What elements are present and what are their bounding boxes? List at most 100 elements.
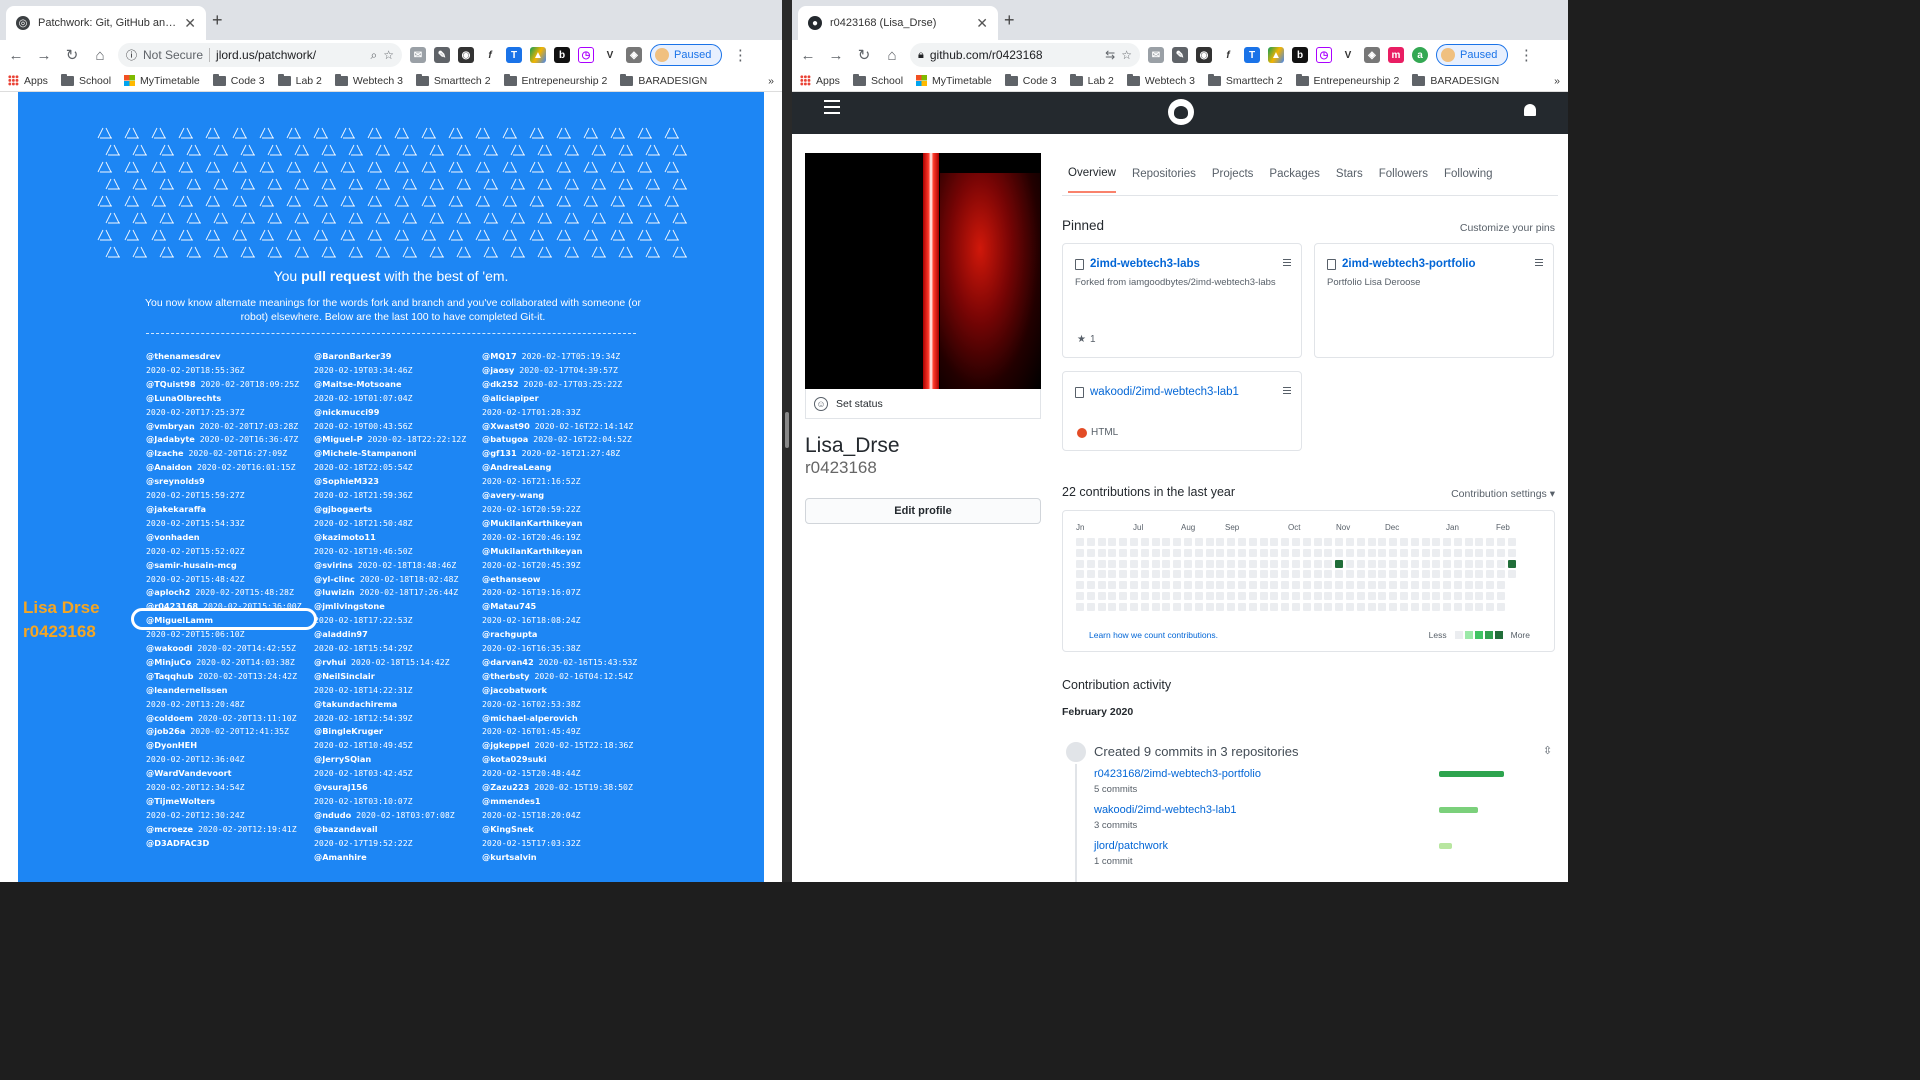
user-entry[interactable]: @rachgupta 2020-02-16T16:35:38Z xyxy=(482,628,650,656)
contribution-day[interactable] xyxy=(1205,591,1214,600)
contribution-day[interactable] xyxy=(1205,538,1214,546)
contribution-day[interactable] xyxy=(1237,602,1246,611)
contribution-day[interactable] xyxy=(1443,591,1452,600)
user-entry[interactable]: @thenamesdrev 2020-02-20T18:55:36Z xyxy=(146,350,314,378)
contribution-day[interactable] xyxy=(1205,559,1214,568)
contribution-day[interactable] xyxy=(1345,548,1354,557)
bookmark-item[interactable]: Smarttech 2 xyxy=(415,73,491,87)
user-handle[interactable]: @coldoem xyxy=(146,713,193,723)
contribution-day[interactable] xyxy=(1464,602,1473,611)
user-entry[interactable]: @Matau745 2020-02-16T18:08:24Z xyxy=(482,600,650,628)
contribution-day[interactable] xyxy=(1335,559,1344,568)
user-entry[interactable]: @JerrySQian 2020-02-18T03:42:45Z xyxy=(314,753,482,781)
contribution-day[interactable] xyxy=(1432,570,1441,579)
contribution-day[interactable] xyxy=(1453,548,1462,557)
user-entry[interactable]: @KingSnek 2020-02-15T17:03:32Z xyxy=(482,823,650,851)
contribution-day[interactable] xyxy=(1183,570,1192,579)
contribution-day[interactable] xyxy=(1205,548,1214,557)
github-logo-icon[interactable] xyxy=(1168,99,1194,125)
user-entry[interactable]: @vonhaden 2020-02-20T15:52:02Z xyxy=(146,531,314,559)
contribution-day[interactable] xyxy=(1216,602,1225,611)
contribution-day[interactable] xyxy=(1367,570,1376,579)
user-entry[interactable]: @TijmeWolters 2020-02-20T12:30:24Z xyxy=(146,795,314,823)
contribution-day[interactable] xyxy=(1464,548,1473,557)
contribution-day[interactable] xyxy=(1151,570,1160,579)
contribution-day[interactable] xyxy=(1076,570,1084,579)
extension-t-icon[interactable]: T xyxy=(506,47,522,63)
contribution-day[interactable] xyxy=(1086,570,1095,579)
reload-icon[interactable]: ↻ xyxy=(854,45,874,65)
contribution-day[interactable] xyxy=(1367,538,1376,546)
tab-overview[interactable]: Overview xyxy=(1068,155,1116,193)
contribution-day[interactable] xyxy=(1108,602,1117,611)
user-handle[interactable]: @jgkeppel xyxy=(482,740,530,750)
contribution-day[interactable] xyxy=(1497,559,1506,568)
edit-profile-button[interactable]: Edit profile xyxy=(805,498,1041,524)
contribution-day[interactable] xyxy=(1497,591,1506,600)
user-handle[interactable]: @gjbogaerts xyxy=(314,504,372,514)
user-handle[interactable]: @MinjuCo xyxy=(146,657,191,667)
user-entry[interactable]: @lzache 2020-02-20T16:27:09Z xyxy=(146,447,314,461)
contribution-day[interactable] xyxy=(1378,591,1387,600)
user-handle[interactable]: @avery-wang xyxy=(482,490,544,500)
bookmark-item[interactable]: School xyxy=(60,73,111,87)
contribution-day[interactable] xyxy=(1324,570,1333,579)
contribution-day[interactable] xyxy=(1151,591,1160,600)
contribution-day[interactable] xyxy=(1486,591,1495,600)
contribution-day[interactable] xyxy=(1497,538,1506,546)
user-entry[interactable]: @D3ADFAC3D xyxy=(146,837,314,851)
bookmark-item[interactable]: Lab 2 xyxy=(277,73,322,87)
contribution-day[interactable] xyxy=(1443,581,1452,590)
contribution-day[interactable] xyxy=(1227,581,1236,590)
user-handle[interactable]: @DyonHEH xyxy=(146,740,197,750)
contribution-day[interactable] xyxy=(1237,591,1246,600)
contribution-day[interactable] xyxy=(1421,602,1430,611)
contribution-day[interactable] xyxy=(1162,570,1171,579)
contribution-day[interactable] xyxy=(1453,591,1462,600)
user-handle[interactable]: @vsuraj156 xyxy=(314,782,368,792)
user-entry[interactable]: @Zazu223 2020-02-15T19:38:50Z xyxy=(482,781,650,795)
contribution-day[interactable] xyxy=(1324,538,1333,546)
user-handle[interactable]: @luwizin xyxy=(314,587,355,597)
user-entry[interactable]: @takundachirema 2020-02-18T12:54:39Z xyxy=(314,698,482,726)
user-entry[interactable]: @mcroeze 2020-02-20T12:19:41Z xyxy=(146,823,314,837)
contribution-day[interactable] xyxy=(1345,602,1354,611)
contribution-day[interactable] xyxy=(1497,548,1506,557)
contribution-day[interactable] xyxy=(1076,548,1084,557)
contribution-day[interactable] xyxy=(1119,538,1128,546)
contribution-day[interactable] xyxy=(1086,602,1095,611)
contribution-day[interactable] xyxy=(1183,591,1192,600)
contribution-day[interactable] xyxy=(1119,602,1128,611)
contribution-day[interactable] xyxy=(1216,581,1225,590)
extension-mail-icon[interactable]: ✉ xyxy=(1148,47,1164,63)
user-handle[interactable]: @MukilanKarthikeyan xyxy=(482,546,583,556)
user-entry[interactable]: @jacobatwork 2020-02-16T02:53:38Z xyxy=(482,684,650,712)
contribution-day[interactable] xyxy=(1389,559,1398,568)
contribution-day[interactable] xyxy=(1129,570,1138,579)
contribution-day[interactable] xyxy=(1173,570,1182,579)
user-handle[interactable]: @WardVandevoort xyxy=(146,768,232,778)
extension-mail-icon[interactable]: ✉ xyxy=(410,47,426,63)
contribution-day[interactable] xyxy=(1443,538,1452,546)
close-tab-icon[interactable]: ✕ xyxy=(976,15,988,32)
contribution-day[interactable] xyxy=(1421,591,1430,600)
contribution-day[interactable] xyxy=(1464,538,1473,546)
user-entry[interactable]: @mmendes1 2020-02-15T18:20:04Z xyxy=(482,795,650,823)
user-entry[interactable]: @michael-alperovich 2020-02-16T01:45:49Z xyxy=(482,712,650,740)
bookmark-item[interactable]: Entrepeneurship 2 xyxy=(1295,73,1399,87)
contribution-day[interactable] xyxy=(1108,559,1117,568)
pinned-repo-link[interactable]: wakoodi/2imd-webtech3-lab1 xyxy=(1090,386,1239,398)
user-handle[interactable]: @leandernelissen xyxy=(146,685,227,695)
extension-clock-icon[interactable]: ◷ xyxy=(578,47,594,63)
bookmark-item[interactable]: BARADESIGN xyxy=(620,73,707,87)
contribution-day[interactable] xyxy=(1216,548,1225,557)
bookmark-item[interactable]: Code 3 xyxy=(1004,73,1057,87)
contribution-day[interactable] xyxy=(1259,538,1268,546)
user-handle[interactable]: @aladdin97 xyxy=(314,629,368,639)
user-entry[interactable]: @job26a 2020-02-20T12:41:35Z xyxy=(146,725,314,739)
contribution-day[interactable] xyxy=(1076,581,1084,590)
pinned-card[interactable]: wakoodi/2imd-webtech3-lab1 HTML xyxy=(1062,371,1302,451)
contribution-day[interactable] xyxy=(1335,548,1344,557)
contribution-day[interactable] xyxy=(1421,559,1430,568)
contribution-day[interactable] xyxy=(1119,559,1128,568)
